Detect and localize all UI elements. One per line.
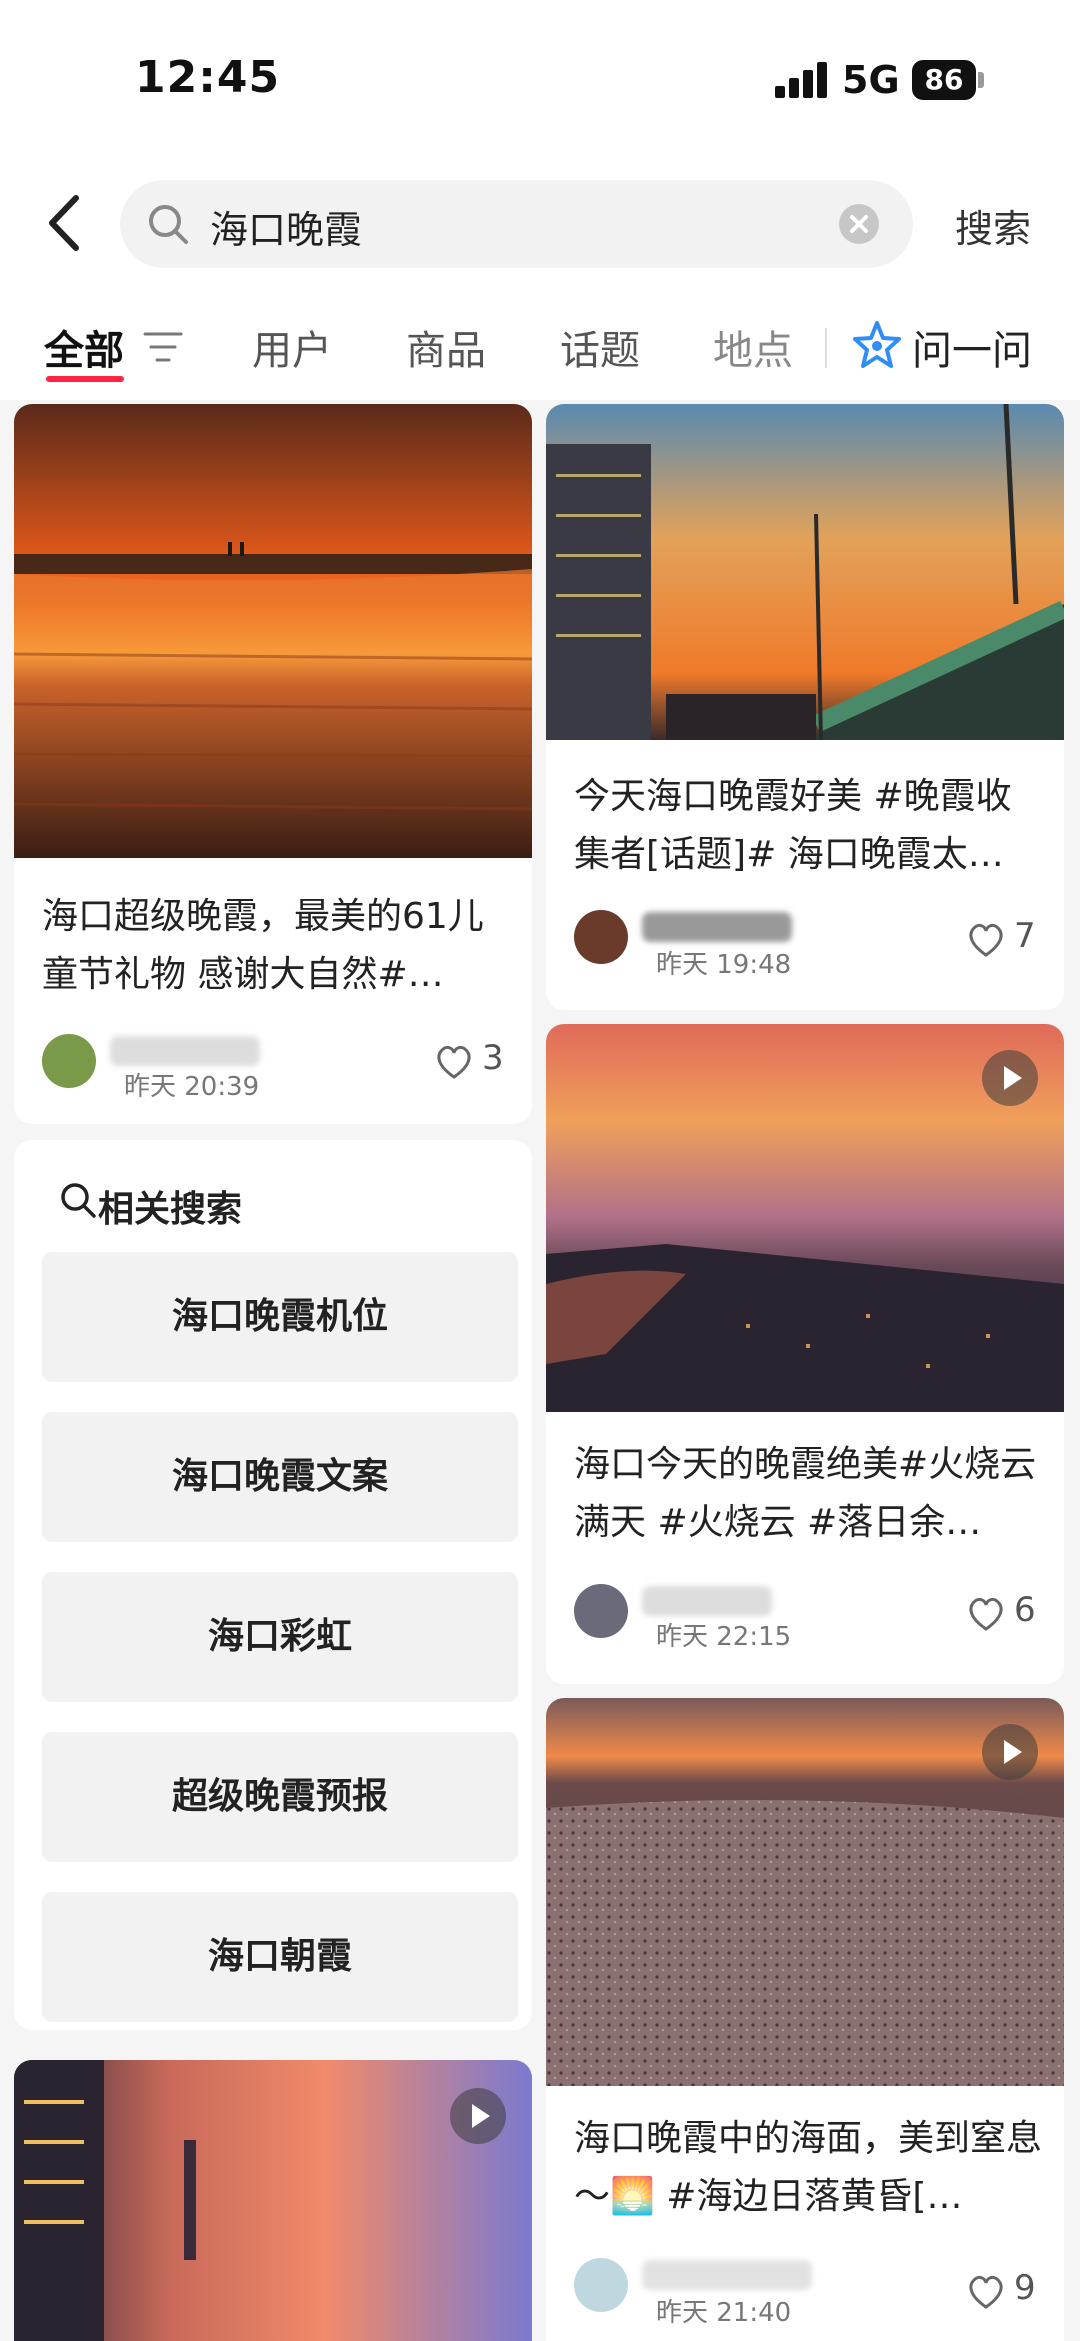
post-time: 昨天 19:48: [656, 950, 792, 980]
search-query: 海口晚霞: [210, 208, 363, 252]
avatar[interactable]: [574, 1584, 628, 1638]
heart-icon[interactable]: [966, 1596, 1006, 1632]
search-button[interactable]: 搜索: [955, 198, 1031, 253]
related-search-chip[interactable]: 海口晚霞机位: [42, 1252, 518, 1382]
search-icon: [58, 1180, 98, 1220]
tab-topics[interactable]: 话题: [560, 318, 640, 376]
clear-search-button[interactable]: [839, 204, 879, 244]
active-tab-indicator: [46, 376, 124, 382]
search-header: 海口晚霞 搜索: [0, 160, 1080, 290]
play-icon: [982, 1724, 1038, 1780]
related-search-chip[interactable]: 超级晚霞预报: [42, 1732, 518, 1862]
battery-icon: 86: [912, 60, 976, 100]
post-image-sunset-beach: [14, 404, 532, 858]
post-card[interactable]: 今天海口晚霞好美 #晚霞收集者[话题]# 海口晚霞太… 昨天 19:48 7: [546, 404, 1064, 1010]
like-count: 9: [1014, 2268, 1036, 2308]
post-time: 昨天 22:15: [656, 1622, 792, 1652]
battery-cap: [978, 72, 984, 88]
search-icon: [146, 202, 190, 246]
heart-icon[interactable]: [434, 1044, 474, 1080]
filter-icon[interactable]: [143, 330, 183, 364]
avatar[interactable]: [574, 2258, 628, 2312]
avatar[interactable]: [574, 910, 628, 964]
tab-places[interactable]: 地点: [713, 318, 793, 376]
post-card[interactable]: 海口晚霞中的海面，美到窒息～🌅 #海边日落黄昏[… 昨天 21:40 9: [546, 1698, 1064, 2341]
status-time: 12:45: [135, 52, 281, 103]
tab-products[interactable]: 商品: [406, 318, 486, 376]
tab-all[interactable]: 全部: [44, 318, 124, 376]
close-icon: [850, 215, 868, 233]
network-label: 5G: [842, 58, 900, 102]
search-input[interactable]: 海口晚霞: [120, 180, 913, 268]
play-icon: [982, 1050, 1038, 1106]
tab-ask[interactable]: 问一问: [912, 318, 1032, 376]
related-search-chip[interactable]: 海口晚霞文案: [42, 1412, 518, 1542]
post-title: 海口超级晚霞，最美的61儿童节礼物 感谢大自然#…: [42, 896, 484, 995]
back-button[interactable]: [40, 190, 90, 256]
play-icon: [450, 2088, 506, 2144]
post-title: 今天海口晚霞好美 #晚霞收集者[话题]# 海口晚霞太…: [574, 776, 1012, 875]
filter-tabs: 全部 用户 商品 话题 地点 问一问: [0, 290, 1080, 400]
status-bar: 12:45 5G 86: [0, 0, 1080, 160]
like-count: 7: [1014, 916, 1036, 956]
author-name[interactable]: [110, 1036, 260, 1066]
post-title: 海口今天的晚霞绝美#火烧云满天 #火烧云 #落日余…: [574, 1444, 1037, 1543]
heart-icon[interactable]: [966, 922, 1006, 958]
like-count: 3: [482, 1038, 504, 1078]
post-title: 海口晚霞中的海面，美到窒息～🌅 #海边日落黄昏[…: [574, 2118, 1043, 2217]
post-card[interactable]: 海口超级晚霞，最美的61儿童节礼物 感谢大自然#… 昨天 20:39 3: [14, 404, 532, 1124]
related-searches-title: 相关搜索: [98, 1189, 243, 1230]
like-count: 6: [1014, 1590, 1036, 1630]
chevron-left-icon: [49, 195, 79, 251]
author-name[interactable]: [642, 912, 792, 942]
tab-divider: [825, 328, 827, 368]
related-searches-card: 相关搜索 海口晚霞机位 海口晚霞文案 海口彩虹 超级晚霞预报 海口朝霞: [14, 1140, 532, 2030]
ask-ai-icon[interactable]: [852, 320, 902, 370]
related-search-chip[interactable]: 海口彩虹: [42, 1572, 518, 1702]
tab-users[interactable]: 用户: [252, 318, 332, 376]
heart-icon[interactable]: [966, 2274, 1006, 2310]
post-time: 昨天 21:40: [656, 2298, 792, 2328]
post-card[interactable]: [14, 2060, 532, 2341]
author-name[interactable]: [642, 2260, 812, 2290]
post-time: 昨天 20:39: [124, 1072, 260, 1102]
post-card[interactable]: 海口今天的晚霞绝美#火烧云满天 #火烧云 #落日余… 昨天 22:15 6: [546, 1024, 1064, 1684]
avatar[interactable]: [42, 1034, 96, 1088]
signal-icon: [775, 62, 831, 98]
author-name[interactable]: [642, 1586, 772, 1616]
post-image-city-bridge: [546, 404, 1064, 740]
related-search-chip[interactable]: 海口朝霞: [42, 1892, 518, 2022]
